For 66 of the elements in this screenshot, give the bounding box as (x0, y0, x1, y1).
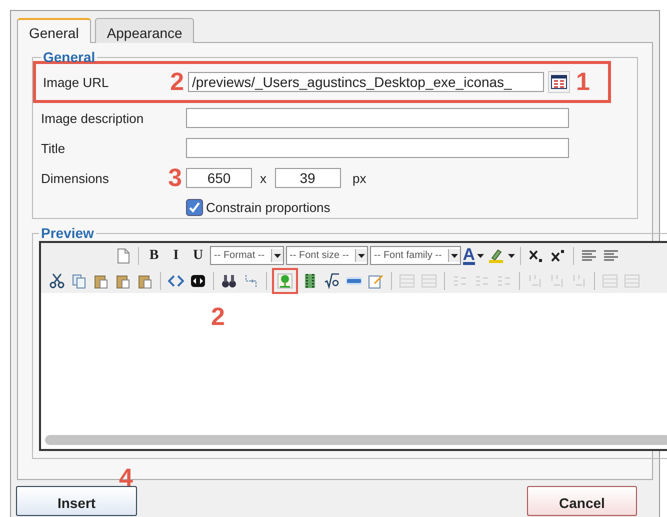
superscript-icon (550, 248, 566, 264)
input-field[interactable] (186, 138, 569, 158)
table-icon (421, 272, 437, 288)
format-button[interactable]: I (166, 248, 186, 264)
paste-icon (137, 272, 153, 288)
column-tool-icon (571, 272, 587, 288)
annotation-number: 2 (170, 70, 184, 94)
checkbox[interactable] (186, 198, 203, 216)
table-icon (602, 272, 618, 288)
edit-icon (368, 272, 384, 288)
fullscreen-icon (190, 272, 206, 288)
table-icon (624, 272, 640, 288)
field-label: Image description (41, 110, 144, 126)
unit-label: px (352, 170, 366, 186)
tree-image-icon (277, 272, 293, 288)
column-tool-icon (549, 272, 565, 288)
dropdown[interactable]: -- Font size -- (286, 246, 368, 265)
section-title: General (42, 49, 96, 65)
film-icon (302, 272, 318, 288)
format-button[interactable]: B (144, 248, 164, 264)
paste-icon (93, 272, 109, 288)
cut-icon (49, 272, 65, 288)
replace-icon (243, 272, 259, 288)
field-label: Dimensions (41, 170, 109, 186)
toolbar-button[interactable] (322, 270, 342, 290)
input-field[interactable] (186, 108, 569, 128)
tab[interactable]: Appearance (94, 18, 194, 43)
text-color-button[interactable]: A (462, 246, 476, 264)
align-icon (603, 248, 620, 264)
browse-button[interactable] (548, 71, 570, 93)
caret-icon (450, 254, 458, 258)
paste-icon (115, 272, 131, 288)
times-sign: x (260, 170, 266, 186)
format-button[interactable]: U (188, 248, 208, 264)
caret-icon (274, 254, 281, 258)
caret-icon (477, 254, 484, 258)
highlighter-icon (488, 248, 504, 264)
dropdown[interactable]: -- Font family -- (370, 246, 461, 265)
cancel-button[interactable]: Cancel (527, 486, 637, 516)
caret-icon (508, 254, 516, 258)
width-field[interactable]: 650 (186, 168, 252, 188)
dropdown[interactable]: -- Format -- (210, 246, 284, 265)
search-icon (221, 272, 237, 288)
field-label: Title (41, 140, 66, 156)
checkbox-label: Constrain proportions (206, 200, 330, 214)
table-icon (399, 272, 415, 288)
list-icon (551, 75, 567, 89)
copy-icon (71, 272, 87, 288)
column-tool-icon (527, 272, 543, 288)
square-root-icon (324, 272, 340, 288)
align-icon (581, 248, 598, 264)
subscript-icon (528, 248, 544, 264)
caret-icon (358, 254, 365, 258)
height-field[interactable]: 39 (274, 168, 340, 188)
annotation-number: 3 (168, 166, 182, 190)
input-field[interactable]: /previews/_Users_agustincs_Desktop_exe_iconas_ (188, 72, 544, 92)
code-icon (168, 272, 184, 288)
section-title: Preview (40, 225, 95, 241)
tab[interactable]: General (17, 18, 91, 43)
toolbar-button[interactable] (47, 270, 67, 290)
scrollbar[interactable] (45, 435, 667, 445)
annotation-number: 2 (211, 303, 225, 331)
insert-button[interactable]: Insert (16, 486, 137, 516)
field-label: Image URL (43, 74, 109, 90)
new-document-icon (115, 248, 131, 264)
annotation-number: 1 (576, 70, 590, 94)
